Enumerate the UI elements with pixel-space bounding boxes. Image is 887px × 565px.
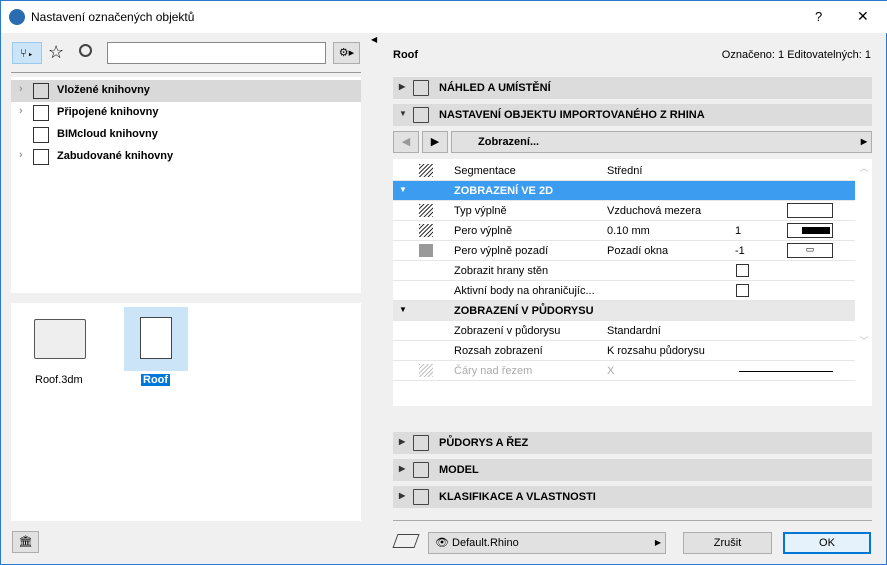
param-name: Čáry nad řezem xyxy=(454,365,533,377)
table-row[interactable]: Segmentace Střední xyxy=(393,161,855,181)
table-row[interactable]: Typ výplně Vzduchová mezera xyxy=(393,201,855,221)
param-icon xyxy=(419,244,433,257)
param-value[interactable]: Střední xyxy=(607,165,642,177)
settings-gear-button[interactable]: ⚙▸ xyxy=(333,42,360,64)
folder-icon[interactable] xyxy=(34,319,86,359)
table-row[interactable]: Zobrazení v půdorysu Standardní xyxy=(393,321,855,341)
prev-page-button[interactable]: ◀ xyxy=(393,131,419,153)
param-value[interactable]: 0.10 mm xyxy=(607,225,650,237)
table-row[interactable]: Aktivní body na ohraničujíc... xyxy=(393,281,855,301)
param-value[interactable]: Standardní xyxy=(607,325,661,337)
param-icon xyxy=(419,204,433,217)
param-value[interactable]: X xyxy=(607,365,614,377)
param-name: Pero výplně xyxy=(454,225,513,237)
collapse-arrow-icon[interactable]: ▼ xyxy=(399,305,407,314)
chevron-right-icon[interactable]: › xyxy=(19,149,23,161)
tree-item[interactable]: BIMcloud knihovny xyxy=(11,124,361,146)
library-icon xyxy=(33,127,49,143)
line-preview xyxy=(739,371,833,372)
param-icon xyxy=(419,364,433,377)
help-button[interactable]: ? xyxy=(815,9,822,24)
collapse-arrow-icon[interactable]: ▼ xyxy=(399,185,407,194)
cancel-button[interactable]: Zrušit xyxy=(683,532,772,554)
object-type-button[interactable]: ⑂▸ xyxy=(12,42,42,64)
param-value[interactable]: Vzduchová mezera xyxy=(607,205,701,217)
table-row[interactable]: Pero výplně pozadí Pozadí okna -1 ▭ xyxy=(393,241,855,261)
app-icon xyxy=(9,9,25,25)
param-name: Segmentace xyxy=(454,165,516,177)
preview-icon xyxy=(413,80,429,96)
param-value[interactable]: K rozsahu půdorysu xyxy=(607,345,705,357)
checkbox[interactable] xyxy=(736,284,749,297)
table-row[interactable]: Pero výplně 0.10 mm 1 xyxy=(393,221,855,241)
section-model[interactable]: ▶ MODEL xyxy=(393,459,872,481)
page-select[interactable]: Zobrazení... ▶ xyxy=(451,131,872,153)
search-input[interactable] xyxy=(107,42,326,64)
object-icon xyxy=(140,317,172,359)
param-name: Aktivní body na ohraničujíc... xyxy=(454,285,595,297)
file-label-roof-3dm[interactable]: Roof.3dm xyxy=(35,374,83,386)
section-preview[interactable]: ▶ NÁHLED A UMÍSTĚNÍ xyxy=(393,77,872,99)
param-name: Zobrazení v půdorysu xyxy=(454,325,561,337)
layers-icon xyxy=(392,534,420,548)
view-select[interactable]: 👁 Default.Rhino ▶ xyxy=(428,532,666,554)
group-label: ZOBRAZENÍ V PŮDORYSU xyxy=(454,305,594,317)
param-number[interactable]: 1 xyxy=(735,225,741,237)
param-number[interactable]: -1 xyxy=(735,245,745,257)
tree-item-label: Vložené knihovny xyxy=(57,84,150,96)
preview-swatch[interactable]: ▭ xyxy=(787,243,833,258)
param-name: Zobrazit hrany stěn xyxy=(454,265,549,277)
floorplan-icon xyxy=(413,435,429,451)
selection-status: Označeno: 1 Editovatelných: 1 xyxy=(721,49,871,61)
library-icon xyxy=(33,105,49,121)
preview-swatch[interactable] xyxy=(787,223,833,238)
object-tile-roof[interactable] xyxy=(124,307,188,371)
cube-icon xyxy=(413,462,429,478)
favorites-star-icon[interactable]: ☆ xyxy=(48,42,64,63)
checkbox[interactable] xyxy=(736,264,749,277)
tree-item[interactable]: › Zabudované knihovny xyxy=(11,146,361,168)
table-row[interactable]: Zobrazit hrany stěn xyxy=(393,261,855,281)
param-icon xyxy=(419,224,433,237)
next-page-button[interactable]: ▶ xyxy=(422,131,448,153)
tree-item-label: Připojené knihovny xyxy=(57,106,159,118)
section-floorplan-section[interactable]: ▶ PŮDORYS A ŘEZ xyxy=(393,432,872,454)
ok-button[interactable]: OK xyxy=(783,532,871,554)
param-name: Rozsah zobrazení xyxy=(454,345,543,357)
table-row[interactable]: Rozsah zobrazení K rozsahu půdorysu xyxy=(393,341,855,361)
settings-icon xyxy=(413,107,429,123)
library-icon xyxy=(33,83,49,99)
section-rhino-settings[interactable]: ▼ NASTAVENÍ OBJEKTU IMPORTOVANÉHO Z RHINA xyxy=(393,104,872,126)
tree-item-label: Zabudované knihovny xyxy=(57,150,174,162)
chevron-right-icon[interactable]: › xyxy=(19,105,23,117)
param-icon xyxy=(419,164,433,177)
group-label: ZOBRAZENÍ VE 2D xyxy=(454,185,554,197)
table-row[interactable]: Čáry nad řezem X xyxy=(393,361,855,381)
window-title: Nastavení označených objektů xyxy=(31,10,195,24)
eye-icon: 👁 xyxy=(435,537,449,549)
close-button[interactable]: ✕ xyxy=(857,8,869,25)
library-icon xyxy=(33,149,49,165)
chevron-right-icon[interactable]: › xyxy=(19,83,23,95)
library-manager-button[interactable]: 🏛 xyxy=(12,531,39,553)
tree-item-label: BIMcloud knihovny xyxy=(57,128,158,140)
tree-item[interactable]: › Připojené knihovny xyxy=(11,102,361,124)
document-icon xyxy=(413,489,429,505)
param-value[interactable]: Pozadí okna xyxy=(607,245,668,257)
tree-item[interactable]: › Vložené knihovny xyxy=(11,80,361,102)
preview-swatch[interactable] xyxy=(787,203,833,218)
table-scrollbar[interactable]: ︿ ﹀ xyxy=(857,161,871,405)
param-name: Pero výplně pozadí xyxy=(454,245,549,257)
object-name: Roof xyxy=(393,49,419,61)
divider xyxy=(393,520,872,521)
search-icon[interactable] xyxy=(79,44,92,57)
param-name: Typ výplně xyxy=(454,205,507,217)
section-classification[interactable]: ▶ KLASIFIKACE A VLASTNOSTI xyxy=(393,486,872,508)
splitter-handle[interactable]: ◀ xyxy=(371,35,377,44)
group-row[interactable]: ▼ ZOBRAZENÍ VE 2D xyxy=(393,181,855,201)
file-label-roof[interactable]: Roof xyxy=(141,374,171,386)
title-bar: Nastavení označených objektů ? ✕ xyxy=(1,1,887,33)
group-row[interactable]: ▼ ZOBRAZENÍ V PŮDORYSU xyxy=(393,301,855,321)
divider xyxy=(11,72,361,73)
